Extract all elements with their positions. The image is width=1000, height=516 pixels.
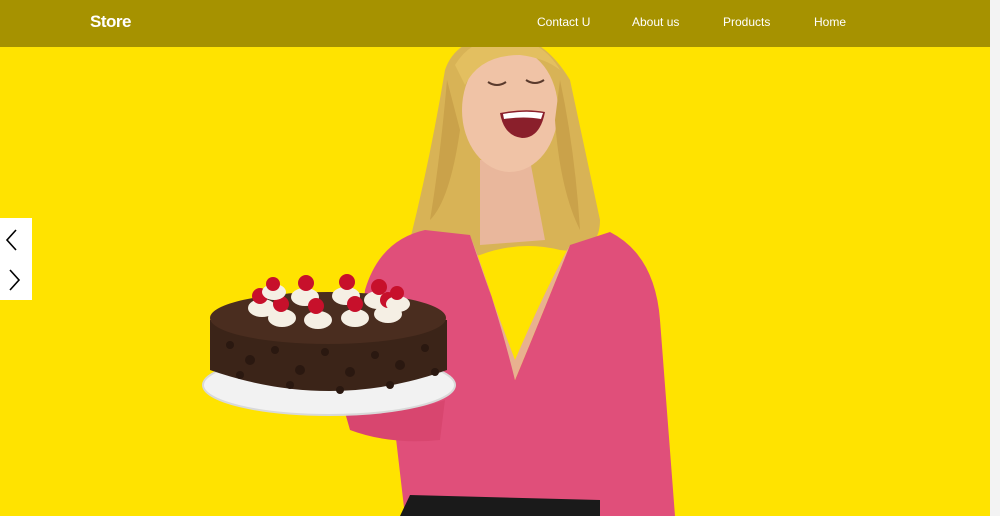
nav-link-home[interactable]: Home: [814, 15, 846, 29]
carousel-next-button[interactable]: [4, 266, 24, 294]
hero-image: [0, 0, 990, 516]
carousel-prev-button[interactable]: [4, 226, 24, 254]
top-navbar: Store Contact U About us Products Home: [0, 0, 990, 47]
hero-photo-illustration: [202, 14, 675, 516]
carousel-controls: [0, 218, 32, 300]
chevron-right-icon: [4, 266, 24, 294]
brand-logo[interactable]: Store: [90, 12, 131, 32]
nav-link-products[interactable]: Products: [723, 15, 770, 29]
chevron-left-icon: [4, 226, 24, 254]
nav-link-contact[interactable]: Contact U: [537, 15, 590, 29]
page-scrollbar[interactable]: [990, 0, 1000, 516]
nav-link-about[interactable]: About us: [632, 15, 679, 29]
